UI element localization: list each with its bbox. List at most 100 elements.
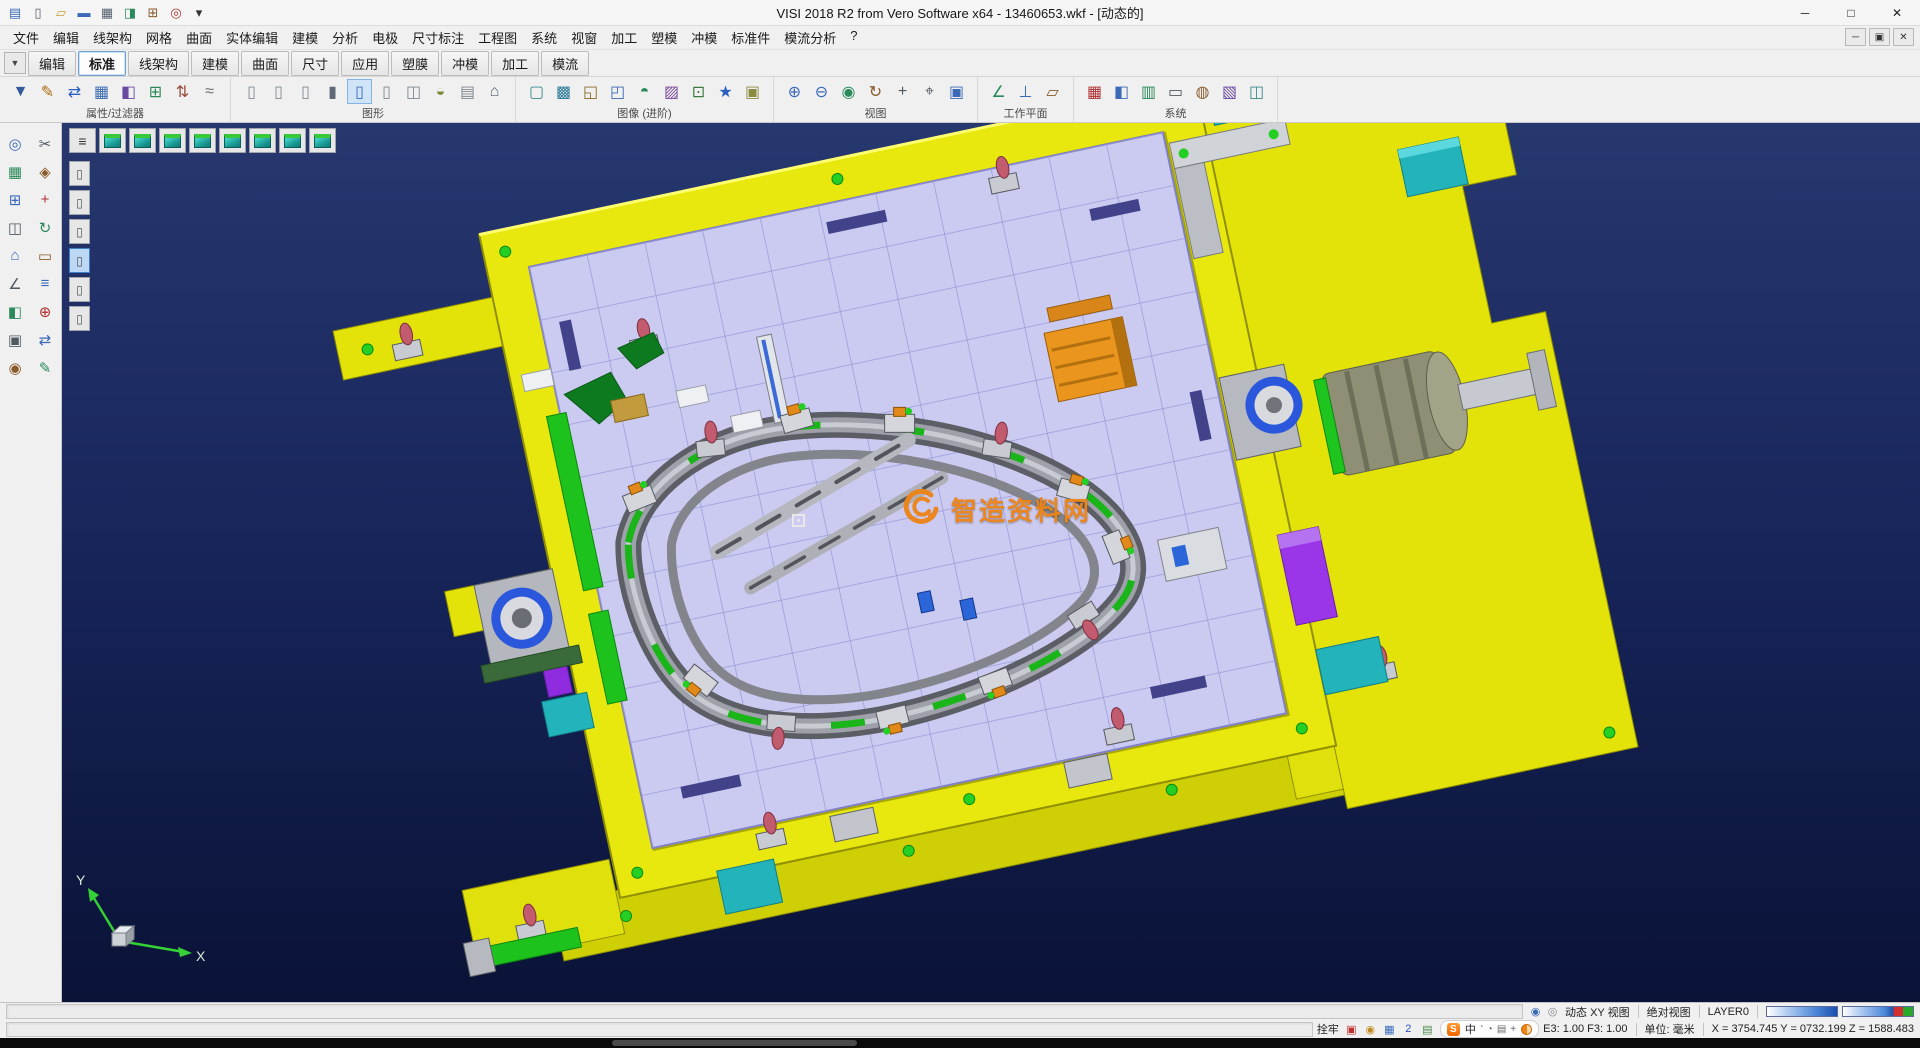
left-tool-icon[interactable]: ◫ [3,215,28,240]
toolbar-icon[interactable]: ⇅ [170,79,195,104]
toolbar-icon[interactable]: ▣ [740,79,765,104]
menu-item[interactable]: 电极 [365,26,405,49]
ribbon-tab[interactable]: 模流 [541,51,589,76]
quick-access-icon[interactable]: ▬ [73,3,95,23]
toolbar-icon[interactable]: ▯ [266,79,291,104]
toolbar-icon[interactable]: ◍ [1190,79,1215,104]
left-tool-icon[interactable]: ⇄ [33,327,58,352]
ribbon-tab[interactable]: 建模 [191,51,239,76]
viewport-3d-canvas[interactable]: X Y [62,123,1920,1002]
toolbar-icon[interactable]: ▯ [374,79,399,104]
quick-access-icon[interactable]: ▾ [188,3,210,23]
toolbar-icon[interactable]: ⌖ [917,79,942,104]
toolbar-icon[interactable]: ↻ [863,79,888,104]
ime-tool-icon[interactable]: ' [1481,1024,1483,1035]
toolbar-icon[interactable]: ▮ [320,79,345,104]
mdi-window-button[interactable]: ▣ [1869,28,1890,46]
status-tray-icon[interactable]: 2 [1400,1022,1417,1037]
ribbon-tab[interactable]: 尺寸 [291,51,339,76]
view-toggle-icon[interactable]: ◉ [1527,1004,1544,1019]
quick-access-icon[interactable]: ◎ [165,3,187,23]
left-tool-icon[interactable]: ▦ [3,159,28,184]
quick-access-icon[interactable]: ◨ [119,3,141,23]
view-orientation-button[interactable] [309,128,336,153]
menu-item[interactable]: 建模 [285,26,325,49]
left-tool-icon[interactable]: + [33,187,58,212]
toolbar-icon[interactable]: ▯ [239,79,264,104]
toolbar-icon[interactable]: ◉ [836,79,861,104]
toolbar-icon[interactable]: ⊡ [686,79,711,104]
menu-item[interactable]: ? [843,26,864,49]
viewport-side-button[interactable]: ▯ [69,277,90,302]
toolbar-icon[interactable]: ▯ [293,79,318,104]
absolute-view-indicator[interactable]: 绝对视图 [1647,1004,1691,1020]
mdi-window-button[interactable]: ─ [1845,28,1866,46]
view-orientation-button[interactable] [129,128,156,153]
left-tool-icon[interactable]: ↻ [33,215,58,240]
left-tool-icon[interactable]: ▭ [33,243,58,268]
toolbar-icon[interactable]: ▯ [347,79,372,104]
view-orientation-button[interactable]: ≡ [69,128,96,153]
toolbar-icon[interactable]: ★ [713,79,738,104]
toolbar-icon[interactable]: ▥ [1136,79,1161,104]
menu-item[interactable]: 冲模 [684,26,724,49]
toolbar-icon[interactable]: ⊥ [1013,79,1038,104]
menu-item[interactable]: 视窗 [564,26,604,49]
toolbar-icon[interactable]: ⊖ [809,79,834,104]
view-scale-bar-1[interactable] [1766,1006,1838,1017]
ime-tool-icon[interactable]: ◔ [1487,1024,1493,1035]
toolbar-icon[interactable]: ◒ [428,79,453,104]
toolbar-icon[interactable]: ◫ [401,79,426,104]
ribbon-tab[interactable]: 加工 [491,51,539,76]
toolbar-icon[interactable]: ▣ [944,79,969,104]
viewport-side-button[interactable]: ▯ [69,190,90,215]
view-orientation-button[interactable] [99,128,126,153]
left-tool-icon[interactable]: ◎ [3,131,28,156]
left-tool-icon[interactable]: ✎ [33,355,58,380]
viewport-side-button[interactable]: ▯ [69,306,90,331]
left-tool-icon[interactable]: ▣ [3,327,28,352]
view-orientation-button[interactable] [159,128,186,153]
view-scale-bar-2[interactable] [1842,1006,1914,1017]
toolbar-icon[interactable]: ▤ [455,79,480,104]
view-mode-indicator[interactable]: 动态 XY 视图 [1565,1004,1630,1020]
maximize-button[interactable]: □ [1828,0,1874,25]
toolbar-icon[interactable]: ◱ [578,79,603,104]
ime-tool-icon[interactable]: + [1510,1024,1516,1035]
toolbar-icon[interactable]: ◰ [605,79,630,104]
layer-indicator[interactable]: LAYER0 [1708,1006,1749,1018]
view-orientation-button[interactable] [189,128,216,153]
quick-access-icon[interactable]: ▤ [4,3,26,23]
status-tray-icon[interactable]: ▦ [1381,1022,1398,1037]
left-tool-icon[interactable]: ∠ [3,271,28,296]
menu-item[interactable]: 塑模 [644,26,684,49]
toolbar-icon[interactable]: ∠ [986,79,1011,104]
tab-dropdown-button[interactable]: ▼ [4,52,26,74]
ribbon-tab[interactable]: 应用 [341,51,389,76]
toolbar-icon[interactable]: ⌂ [482,79,507,104]
menu-item[interactable]: 尺寸标注 [405,26,471,49]
menu-item[interactable]: 标准件 [724,26,777,49]
quick-access-icon[interactable]: ▦ [96,3,118,23]
toolbar-icon[interactable]: ⊕ [782,79,807,104]
view-orientation-button[interactable] [279,128,306,153]
toolbar-icon[interactable]: ⇄ [62,79,87,104]
left-tool-icon[interactable]: ⌂ [3,243,28,268]
left-tool-icon[interactable]: ◧ [3,299,28,324]
quick-access-icon[interactable]: ▯ [27,3,49,23]
left-tool-icon[interactable]: ◈ [33,159,58,184]
menu-item[interactable]: 工程图 [471,26,524,49]
ribbon-tab[interactable]: 编辑 [28,51,76,76]
left-tool-icon[interactable]: ◉ [3,355,28,380]
menu-item[interactable]: 系统 [524,26,564,49]
left-tool-icon[interactable]: ⊕ [33,299,58,324]
menu-item[interactable]: 编辑 [46,26,86,49]
toolbar-icon[interactable]: ▩ [551,79,576,104]
toolbar-icon[interactable]: + [890,79,915,104]
left-tool-icon[interactable]: ✂ [33,131,58,156]
view-orientation-button[interactable] [219,128,246,153]
menu-item[interactable]: 分析 [325,26,365,49]
menu-item[interactable]: 模流分析 [777,26,843,49]
viewport-side-button[interactable]: ▯ [69,161,90,186]
menu-item[interactable]: 文件 [6,26,46,49]
